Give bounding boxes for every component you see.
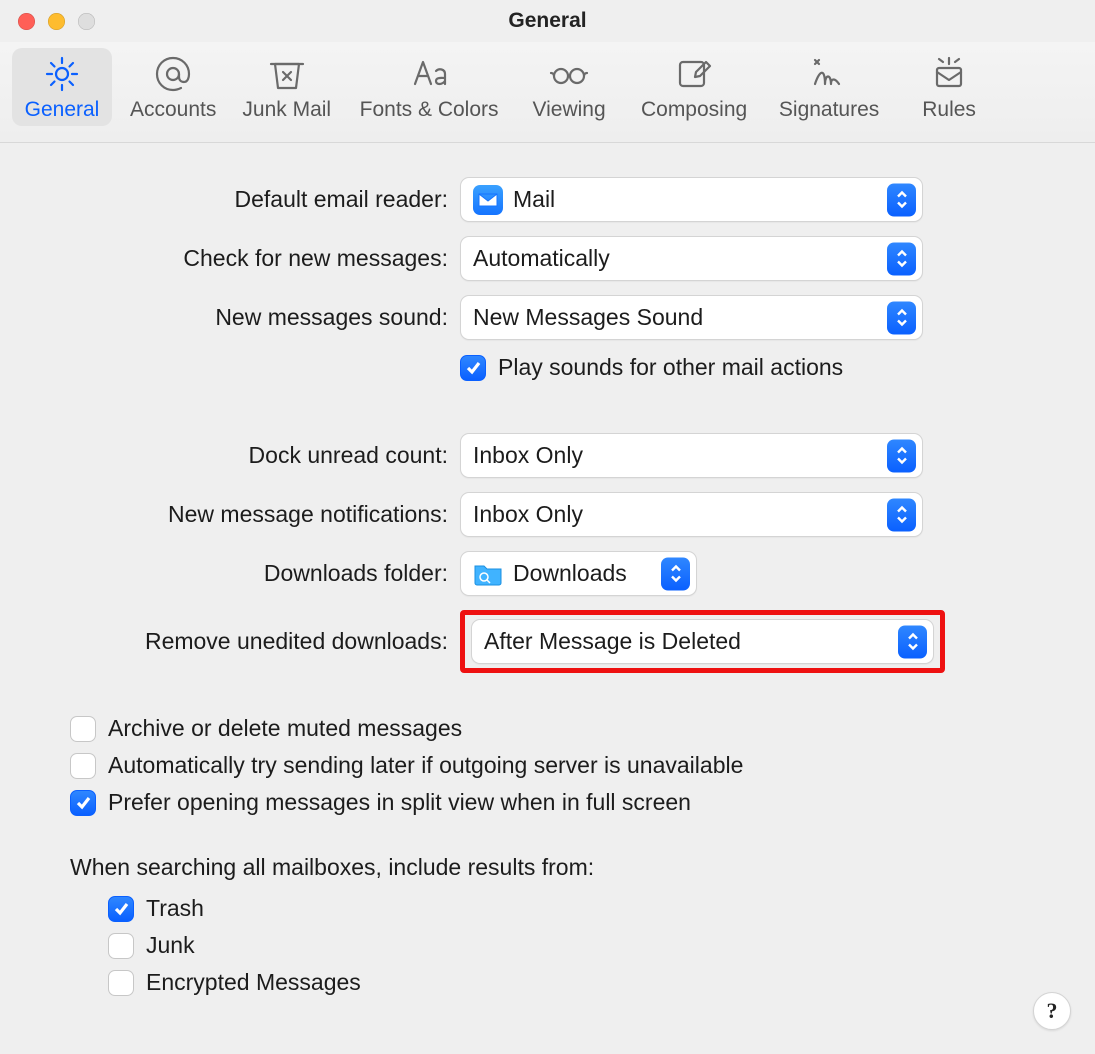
chevrons-icon xyxy=(887,498,916,531)
label-auto-retry: Automatically try sending later if outgo… xyxy=(108,752,743,779)
label-remove-unedited: Remove unedited downloads: xyxy=(70,628,460,655)
annotation-highlight: After Message is Deleted xyxy=(460,610,945,673)
tab-label: Rules xyxy=(922,98,976,122)
popup-value: New Messages Sound xyxy=(473,304,703,331)
titlebar: General xyxy=(0,0,1095,42)
label-dock-unread: Dock unread count: xyxy=(70,442,460,469)
row-split-view: Prefer opening messages in split view wh… xyxy=(70,789,1025,816)
checkbox-play-sounds[interactable] xyxy=(460,355,486,381)
help-button[interactable]: ? xyxy=(1033,992,1071,1030)
tab-label: General xyxy=(25,98,100,122)
checkbox-search-junk[interactable] xyxy=(108,933,134,959)
popup-value: Mail xyxy=(513,186,555,213)
row-search-encrypted: Encrypted Messages xyxy=(108,969,1025,996)
tab-label: Composing xyxy=(641,98,747,122)
popup-dock-unread[interactable]: Inbox Only xyxy=(460,433,923,478)
tab-composing[interactable]: Composing xyxy=(629,48,759,126)
tab-label: Viewing xyxy=(533,98,606,122)
chevrons-icon xyxy=(887,439,916,472)
label-new-sound: New messages sound: xyxy=(70,304,460,331)
checkbox-search-encrypted[interactable] xyxy=(108,970,134,996)
row-remove-unedited: Remove unedited downloads: After Message… xyxy=(70,610,1025,673)
label-split-view: Prefer opening messages in split view wh… xyxy=(108,789,691,816)
chevrons-icon xyxy=(887,183,916,216)
row-dock-unread: Dock unread count: Inbox Only xyxy=(70,433,1025,478)
popup-downloads-folder[interactable]: Downloads xyxy=(460,551,697,596)
compose-icon xyxy=(674,54,714,94)
row-auto-retry: Automatically try sending later if outgo… xyxy=(70,752,1025,779)
tab-general[interactable]: General xyxy=(12,48,112,126)
popup-value: Inbox Only xyxy=(473,501,583,528)
row-search-junk: Junk xyxy=(108,932,1025,959)
checkbox-split-view[interactable] xyxy=(70,790,96,816)
trash-icon xyxy=(267,54,307,94)
popup-new-notifications[interactable]: Inbox Only xyxy=(460,492,923,537)
popup-value: After Message is Deleted xyxy=(484,628,741,655)
search-heading: When searching all mailboxes, include re… xyxy=(70,854,1025,881)
popup-remove-unedited[interactable]: After Message is Deleted xyxy=(471,619,934,664)
chevrons-icon xyxy=(661,557,690,590)
tab-label: Fonts & Colors xyxy=(360,98,499,122)
label-new-notifications: New message notifications: xyxy=(70,501,460,528)
traffic-lights xyxy=(18,13,95,30)
minimize-window-button[interactable] xyxy=(48,13,65,30)
checkbox-archive-muted[interactable] xyxy=(70,716,96,742)
label-archive-muted: Archive or delete muted messages xyxy=(108,715,462,742)
checkbox-auto-retry[interactable] xyxy=(70,753,96,779)
row-check-messages: Check for new messages: Automatically xyxy=(70,236,1025,281)
tab-accounts[interactable]: Accounts xyxy=(122,48,224,126)
gear-icon xyxy=(42,54,82,94)
tab-fonts-colors[interactable]: Fonts & Colors xyxy=(349,48,509,126)
general-pane: Default email reader: Mail Check for new… xyxy=(0,143,1095,996)
chevrons-icon xyxy=(887,301,916,334)
mail-app-icon xyxy=(473,185,503,215)
row-search-trash: Trash xyxy=(108,895,1025,922)
label-check-messages: Check for new messages: xyxy=(70,245,460,272)
row-play-sounds: Play sounds for other mail actions xyxy=(70,354,1025,391)
glasses-icon xyxy=(549,54,589,94)
row-new-sound: New messages sound: New Messages Sound xyxy=(70,295,1025,340)
label-default-reader: Default email reader: xyxy=(70,186,460,213)
tab-viewing[interactable]: Viewing xyxy=(519,48,619,126)
popup-check-messages[interactable]: Automatically xyxy=(460,236,923,281)
label-search-encrypted: Encrypted Messages xyxy=(146,969,361,996)
rules-icon xyxy=(929,54,969,94)
preferences-toolbar: General Accounts Junk Mail Fonts & Color… xyxy=(0,42,1095,143)
popup-value: Downloads xyxy=(513,560,627,587)
label-search-trash: Trash xyxy=(146,895,204,922)
tab-label: Accounts xyxy=(130,98,216,122)
tab-junk-mail[interactable]: Junk Mail xyxy=(234,48,339,126)
row-archive-muted: Archive or delete muted messages xyxy=(70,715,1025,742)
chevrons-icon xyxy=(887,242,916,275)
popup-default-reader[interactable]: Mail xyxy=(460,177,923,222)
popup-new-sound[interactable]: New Messages Sound xyxy=(460,295,923,340)
close-window-button[interactable] xyxy=(18,13,35,30)
label-search-junk: Junk xyxy=(146,932,195,959)
tab-label: Junk Mail xyxy=(242,98,331,122)
tab-rules[interactable]: Rules xyxy=(899,48,999,126)
label-play-sounds: Play sounds for other mail actions xyxy=(498,354,843,381)
row-downloads-folder: Downloads folder: Downloads xyxy=(70,551,1025,596)
at-icon xyxy=(153,54,193,94)
popup-value: Automatically xyxy=(473,245,610,272)
typography-icon xyxy=(409,54,449,94)
row-new-notifications: New message notifications: Inbox Only xyxy=(70,492,1025,537)
row-default-reader: Default email reader: Mail xyxy=(70,177,1025,222)
chevrons-icon xyxy=(898,625,927,658)
folder-icon xyxy=(473,562,503,586)
popup-value: Inbox Only xyxy=(473,442,583,469)
tab-signatures[interactable]: Signatures xyxy=(769,48,889,126)
zoom-window-button[interactable] xyxy=(78,13,95,30)
tab-label: Signatures xyxy=(779,98,879,122)
checkbox-search-trash[interactable] xyxy=(108,896,134,922)
signature-icon xyxy=(809,54,849,94)
window-title: General xyxy=(508,9,586,33)
label-downloads-folder: Downloads folder: xyxy=(70,560,460,587)
